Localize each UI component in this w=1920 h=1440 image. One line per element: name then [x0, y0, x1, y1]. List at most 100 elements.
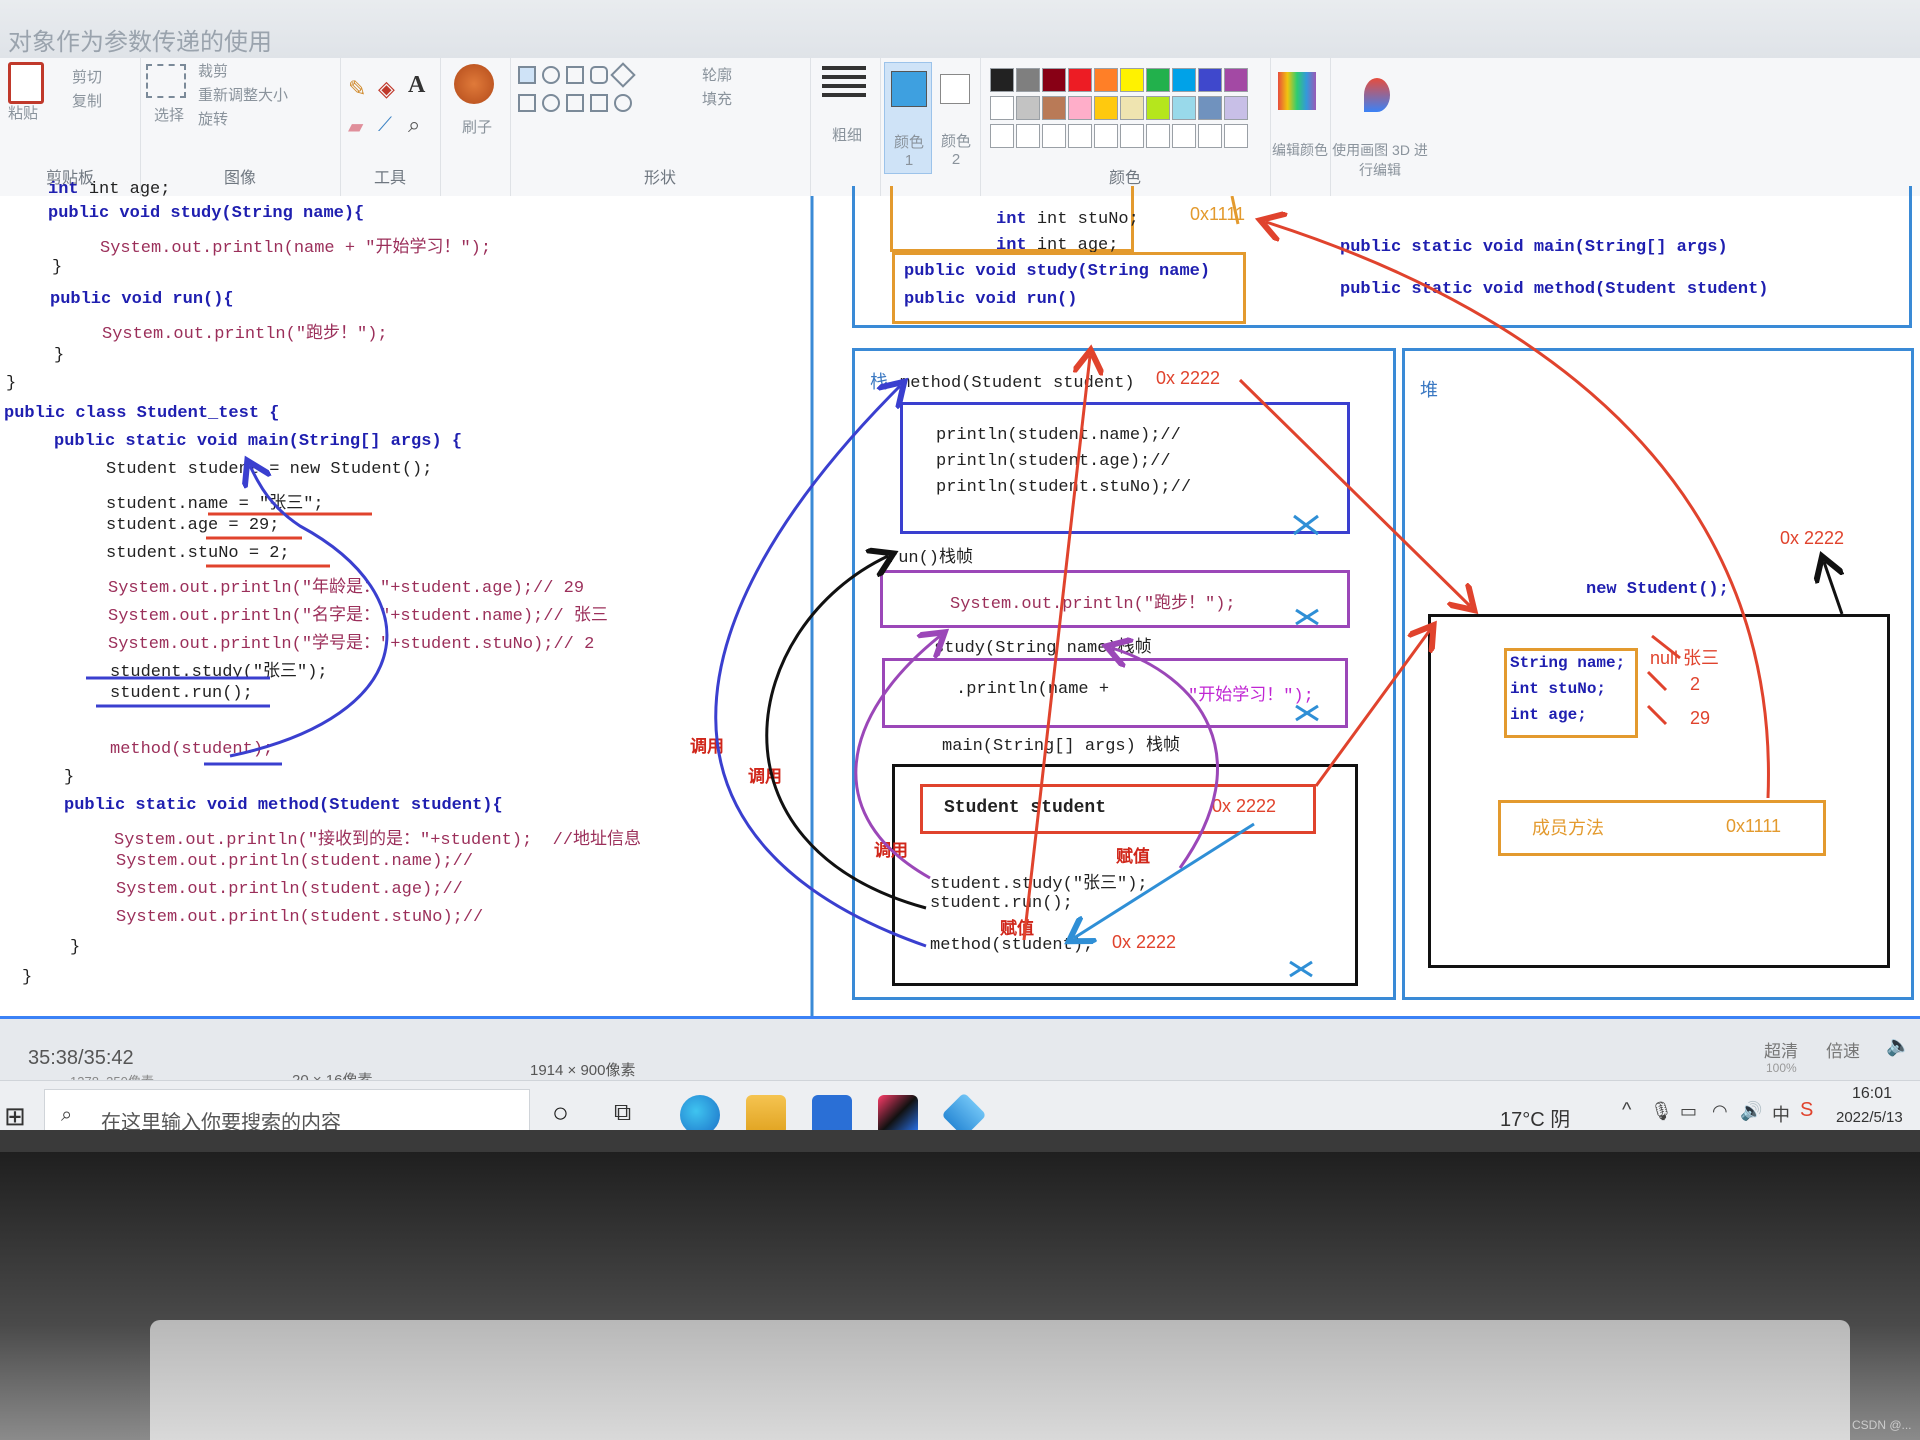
paste-button[interactable]: 粘贴	[8, 102, 38, 123]
eraser-icon[interactable]: ▰	[348, 114, 363, 139]
copy-button[interactable]: 复制	[72, 90, 102, 111]
intellij-icon[interactable]	[878, 1095, 918, 1130]
color-swatch[interactable]	[1042, 68, 1066, 92]
code-line: System.out.println("年龄是："+student.age);/…	[108, 579, 585, 598]
empty-swatch[interactable]	[990, 124, 1014, 148]
diamond-shape-icon[interactable]	[610, 62, 636, 88]
code-line: student.name = "张三";	[106, 495, 324, 514]
color-swatch[interactable]	[1120, 96, 1144, 120]
microphone-icon[interactable]: 🎙	[1650, 1101, 1673, 1122]
empty-swatch[interactable]	[1172, 124, 1196, 148]
clock-date[interactable]: 2022/5/13	[1836, 1109, 1903, 1126]
hexagon-shape-icon[interactable]	[542, 94, 560, 112]
color-swatch[interactable]	[1068, 96, 1092, 120]
color-swatch[interactable]	[1172, 96, 1196, 120]
paste-icon[interactable]	[8, 62, 44, 104]
rounded-rect-shape-icon[interactable]	[590, 66, 608, 84]
text-icon[interactable]: A	[408, 72, 425, 99]
cut-button[interactable]: 剪切	[72, 66, 102, 87]
cortana-icon[interactable]: ○	[552, 1097, 569, 1129]
star-shape-icon[interactable]	[590, 94, 608, 112]
paint3d-icon[interactable]	[1364, 78, 1390, 112]
quality-button[interactable]: 超清	[1764, 1037, 1798, 1062]
color2-button[interactable]: 颜色 2	[934, 62, 978, 172]
color-swatch[interactable]	[1094, 96, 1118, 120]
crop-button[interactable]: 裁剪	[198, 60, 228, 81]
edit-colors-button[interactable]: 编辑颜色	[1272, 140, 1328, 160]
rotate-button[interactable]: 旋转	[198, 108, 228, 129]
brush-icon[interactable]	[454, 64, 494, 104]
empty-swatch[interactable]	[1042, 124, 1066, 148]
color-swatch[interactable]	[1172, 68, 1196, 92]
color-swatch[interactable]	[1042, 96, 1066, 120]
color-swatch[interactable]	[1120, 68, 1144, 92]
magnifier-icon[interactable]: ⌕	[408, 112, 420, 138]
color1-button[interactable]: 颜色 1	[884, 62, 932, 174]
arrow-shape-icon[interactable]	[566, 94, 584, 112]
clock-time[interactable]: 16:01	[1852, 1085, 1892, 1103]
run-frame-line: System.out.println("跑步！");	[950, 595, 1236, 614]
select-button[interactable]: 选择	[154, 104, 184, 125]
paint3d-button[interactable]: 使用画图 3D 进行编辑	[1332, 140, 1428, 180]
color-swatch[interactable]	[1224, 68, 1248, 92]
app-icon[interactable]	[812, 1095, 852, 1130]
empty-swatch[interactable]	[1146, 124, 1170, 148]
brushes-button[interactable]: 刷子	[462, 116, 492, 137]
picker-icon[interactable]: ⟋	[378, 114, 392, 137]
wifi-icon[interactable]: ◠	[1712, 1101, 1728, 1122]
color-swatch[interactable]	[1198, 68, 1222, 92]
color-swatch[interactable]	[1016, 96, 1040, 120]
color-swatch[interactable]	[1094, 68, 1118, 92]
file-explorer-icon[interactable]	[746, 1095, 786, 1130]
triangle-shape-icon[interactable]	[518, 94, 536, 112]
size-icon[interactable]	[822, 66, 866, 100]
code-line: }	[54, 346, 65, 365]
color-swatch[interactable]	[1146, 96, 1170, 120]
line-shape-icon[interactable]	[518, 66, 536, 84]
empty-swatch[interactable]	[1016, 124, 1040, 148]
paint-canvas[interactable]: int int age; public void study(String na…	[0, 180, 1920, 1016]
volume-icon[interactable]: 🔈	[1886, 1033, 1911, 1058]
sogou-icon[interactable]: S	[1800, 1099, 1813, 1122]
color-swatch[interactable]	[1224, 96, 1248, 120]
main-var-address: 0x 2222	[1212, 796, 1277, 816]
pencil-icon[interactable]: ✎	[348, 76, 366, 102]
code-line: System.out.println("名字是："+student.name);…	[108, 607, 608, 626]
rect-shape-icon[interactable]	[566, 66, 584, 84]
fill-button[interactable]: 填充	[702, 88, 732, 109]
rainbow-icon[interactable]	[1278, 72, 1316, 110]
heap-value: null 张三	[1650, 648, 1720, 668]
weather-status[interactable]: 17°C 阴	[1500, 1103, 1570, 1130]
edge-icon[interactable]	[680, 1095, 720, 1130]
speaker-icon[interactable]: 🔊	[1740, 1101, 1762, 1122]
search-input[interactable]: 在这里输入你要搜索的内容	[101, 1106, 341, 1130]
empty-swatch[interactable]	[1120, 124, 1144, 148]
color-swatch[interactable]	[990, 96, 1014, 120]
color-swatch[interactable]	[990, 68, 1014, 92]
input-method-icon[interactable]: 中	[1772, 1101, 1790, 1127]
empty-swatch[interactable]	[1068, 124, 1092, 148]
color-swatch[interactable]	[1016, 68, 1040, 92]
task-view-icon[interactable]: ⧉	[614, 1099, 631, 1127]
callout-shape-icon[interactable]	[614, 94, 632, 112]
color-swatch[interactable]	[1198, 96, 1222, 120]
select-icon[interactable]	[146, 64, 186, 98]
fill-icon[interactable]: ◈	[378, 76, 395, 102]
color-swatch[interactable]	[1068, 68, 1092, 92]
resize-button[interactable]: 重新调整大小	[198, 84, 288, 105]
tray-chevron-icon[interactable]: ^	[1622, 1099, 1631, 1122]
video-time: 35:38/35:42	[28, 1047, 134, 1069]
search-box[interactable]: ⌕ 在这里输入你要搜索的内容	[44, 1089, 530, 1130]
empty-swatch[interactable]	[1198, 124, 1222, 148]
windows-start-icon[interactable]: ⊞	[4, 1101, 26, 1130]
battery-icon[interactable]: ▭	[1680, 1101, 1697, 1122]
size-button[interactable]: 粗细	[832, 124, 862, 145]
speed-button[interactable]: 倍速	[1826, 1037, 1860, 1062]
color-swatch[interactable]	[1146, 68, 1170, 92]
ellipse-shape-icon[interactable]	[542, 66, 560, 84]
player-icon[interactable]	[941, 1092, 987, 1130]
empty-swatch[interactable]	[1094, 124, 1118, 148]
code-line: Student student = new Student();	[106, 460, 433, 479]
empty-swatch[interactable]	[1224, 124, 1248, 148]
outline-button[interactable]: 轮廓	[702, 64, 732, 85]
